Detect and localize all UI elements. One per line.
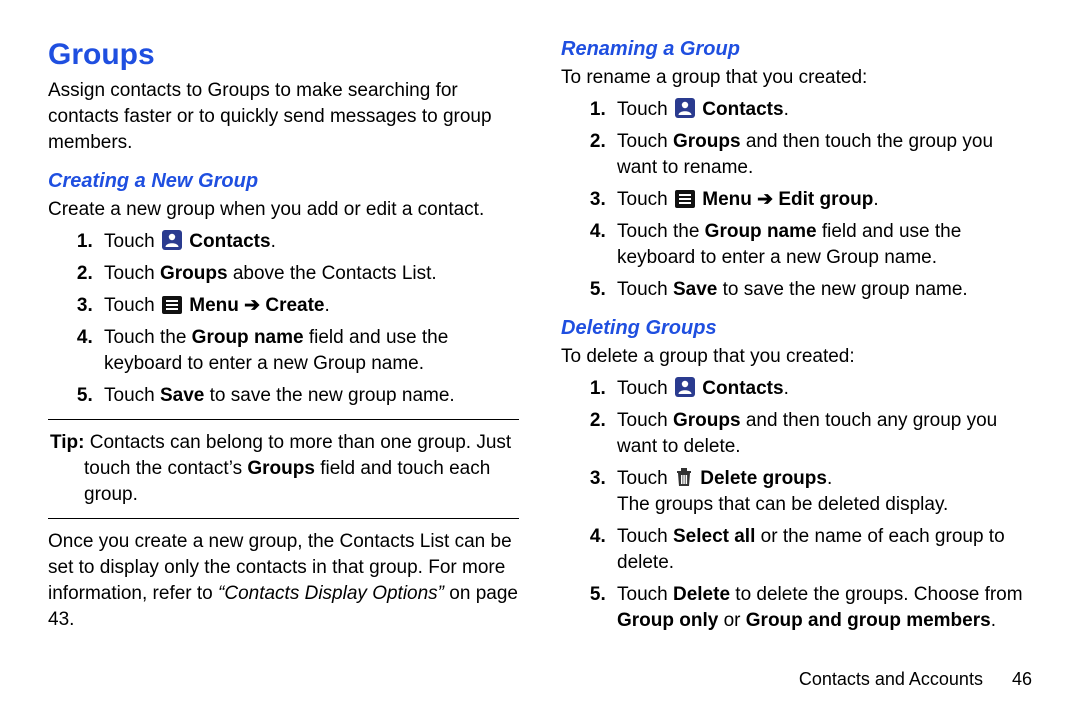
creating-steps: Touch Contacts. Touch Groups above the C… <box>48 229 519 409</box>
step-bold: Delete <box>673 584 730 605</box>
step-text: Touch <box>104 295 160 316</box>
step-bold: Groups <box>673 410 741 431</box>
page-footer: Contacts and Accounts 46 <box>0 669 1080 690</box>
list-item: Touch the Group name field and use the k… <box>611 219 1032 271</box>
step-text: or <box>718 610 745 631</box>
list-item: Touch Contacts. <box>98 229 519 255</box>
step-bold: Contacts <box>702 378 783 399</box>
list-item: Touch Save to save the new group name. <box>98 383 519 409</box>
step-text: Touch <box>104 231 160 252</box>
list-item: Touch Select all or the name of each gro… <box>611 524 1032 576</box>
trash-icon <box>675 467 693 487</box>
contacts-icon <box>675 377 695 397</box>
renaming-steps: Touch Contacts. Touch Groups and then to… <box>561 97 1032 303</box>
creating-lead: Create a new group when you add or edit … <box>48 197 519 223</box>
footer-chapter: Contacts and Accounts <box>799 669 983 689</box>
step-bold: Group only <box>617 610 718 631</box>
step-bold: Groups <box>673 131 741 152</box>
step-text: . <box>271 231 276 252</box>
step-text: Touch <box>617 526 673 547</box>
tip-text: Tip: Contacts can belong to more than on… <box>50 430 517 508</box>
step-text: Touch <box>617 468 673 489</box>
step-bold: Select all <box>673 526 755 547</box>
step-text: Touch the <box>617 221 705 242</box>
step-text: above the Contacts List. <box>228 263 437 284</box>
step-text: to save the new group name. <box>204 385 454 406</box>
tip-bold: Groups <box>247 458 315 479</box>
step-text: . <box>991 610 996 631</box>
intro-text: Assign contacts to Groups to make search… <box>48 78 519 156</box>
step-bold: Group and group members <box>746 610 991 631</box>
list-item: Touch Menu ➔ Edit group. <box>611 187 1032 213</box>
step-bold: Group name <box>192 327 304 348</box>
step-bold: Create <box>265 295 324 316</box>
section-title: Groups <box>48 38 519 72</box>
tip-label: Tip: <box>50 432 84 453</box>
step-text: Touch the <box>104 327 192 348</box>
step-text: Touch <box>104 263 160 284</box>
two-column-layout: Groups Assign contacts to Groups to make… <box>48 38 1032 640</box>
deleting-lead: To delete a group that you created: <box>561 344 1032 370</box>
step-bold: Group name <box>705 221 817 242</box>
list-item: Touch Groups above the Contacts List. <box>98 261 519 287</box>
step-text: Touch <box>617 410 673 431</box>
step-bold: Save <box>160 385 204 406</box>
step-text: to delete the groups. Choose from <box>730 584 1023 605</box>
list-item: Touch Delete groups. The groups that can… <box>611 466 1032 518</box>
tip-block: Tip: Contacts can belong to more than on… <box>48 430 519 508</box>
step-text: Touch <box>617 189 673 210</box>
arrow-icon: ➔ <box>239 295 265 316</box>
step-text: . <box>784 99 789 120</box>
cross-ref: “Contacts Display Options” <box>218 583 444 604</box>
list-item: Touch Save to save the new group name. <box>611 277 1032 303</box>
step-bold: Groups <box>160 263 228 284</box>
step-bold: Contacts <box>189 231 270 252</box>
step-text: Touch <box>617 131 673 152</box>
list-item: Touch Contacts. <box>611 97 1032 123</box>
step-text: Touch <box>617 99 673 120</box>
step-text: . <box>784 378 789 399</box>
divider <box>48 518 519 519</box>
list-item: Touch Contacts. <box>611 376 1032 402</box>
step-text: . <box>827 468 832 489</box>
divider <box>48 419 519 420</box>
right-column: Renaming a Group To rename a group that … <box>561 38 1032 640</box>
step-bold: Delete groups <box>700 468 827 489</box>
step-text: . <box>325 295 330 316</box>
list-item: Touch Groups and then touch the group yo… <box>611 129 1032 181</box>
list-item: Touch Groups and then touch any group yo… <box>611 408 1032 460</box>
step-bold: Edit group <box>778 189 873 210</box>
renaming-lead: To rename a group that you created: <box>561 65 1032 91</box>
step-text: Touch <box>104 385 160 406</box>
manual-page: Groups Assign contacts to Groups to make… <box>0 0 1080 650</box>
arrow-icon: ➔ <box>752 189 778 210</box>
menu-icon <box>162 296 182 314</box>
contacts-icon <box>162 230 182 250</box>
step-text: to save the new group name. <box>717 279 967 300</box>
step-bold: Menu <box>702 189 752 210</box>
renaming-group-heading: Renaming a Group <box>561 38 1032 61</box>
contacts-icon <box>675 98 695 118</box>
step-bold: Contacts <box>702 99 783 120</box>
footer-page-number: 46 <box>1012 669 1032 689</box>
step-follow: The groups that can be deleted display. <box>617 494 948 515</box>
list-item: Touch the Group name field and use the k… <box>98 325 519 377</box>
step-text: . <box>873 189 878 210</box>
menu-icon <box>675 190 695 208</box>
left-column: Groups Assign contacts to Groups to make… <box>48 38 519 640</box>
deleting-steps: Touch Contacts. Touch Groups and then to… <box>561 376 1032 634</box>
post-tip-text: Once you create a new group, the Contact… <box>48 529 519 633</box>
step-text: Touch <box>617 584 673 605</box>
creating-group-heading: Creating a New Group <box>48 170 519 193</box>
step-text: Touch <box>617 378 673 399</box>
step-bold: Save <box>673 279 717 300</box>
deleting-groups-heading: Deleting Groups <box>561 317 1032 340</box>
step-bold: Menu <box>189 295 239 316</box>
list-item: Touch Delete to delete the groups. Choos… <box>611 582 1032 634</box>
step-text: Touch <box>617 279 673 300</box>
list-item: Touch Menu ➔ Create. <box>98 293 519 319</box>
